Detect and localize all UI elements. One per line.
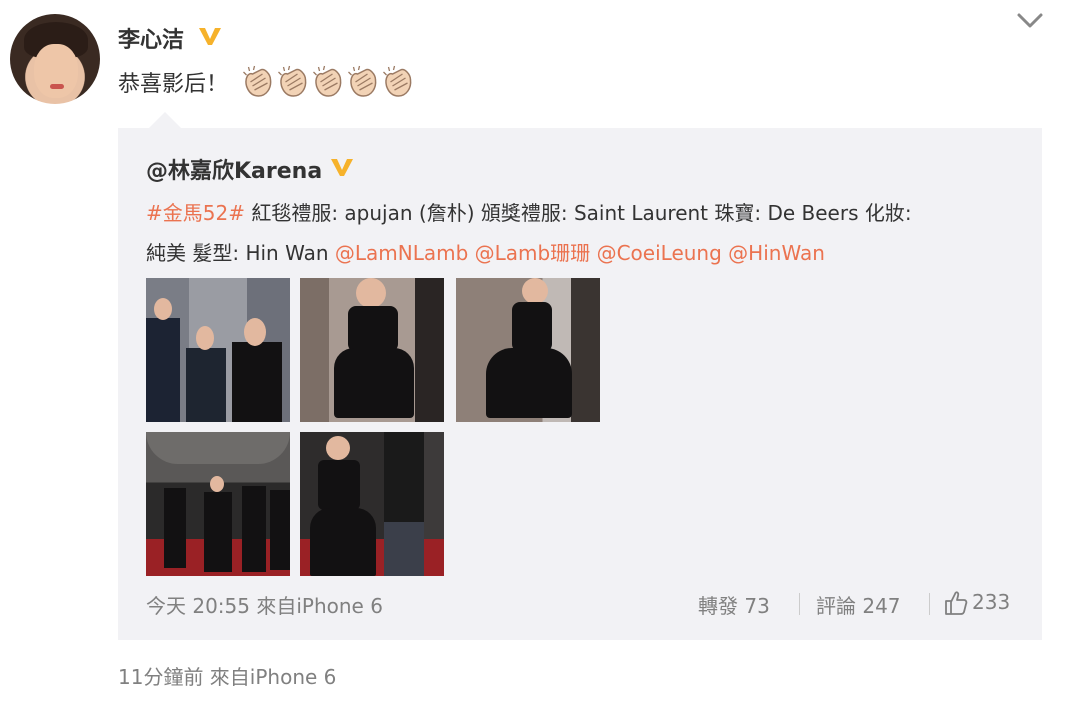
action-divider	[929, 593, 930, 615]
repost-button[interactable]: 轉發 73	[698, 590, 770, 619]
quote-pointer	[148, 112, 182, 129]
quoted-post-time[interactable]: 今天 20:55 來自iPhone 6	[146, 590, 383, 619]
verified-v-icon	[199, 28, 221, 45]
quoted-text: 紅毯禮服: apujan (詹朴) 頒獎禮服: Saint Laurent 珠寶…	[244, 201, 912, 225]
post-text: 恭喜影后！	[118, 72, 229, 97]
post-time[interactable]: 11分鐘前 來自iPhone 6	[118, 661, 336, 690]
photo-thumbnail[interactable]	[456, 278, 600, 422]
thumbs-up-icon[interactable]	[944, 590, 968, 616]
avatar[interactable]	[10, 14, 100, 104]
mention-link[interactable]: @LamNLamb	[335, 241, 468, 265]
clapping-hands-icon	[243, 65, 272, 97]
photo-thumbnail[interactable]	[300, 278, 444, 422]
chevron-down-icon[interactable]	[1016, 10, 1044, 32]
post-username[interactable]: 李心洁	[118, 22, 184, 54]
quoted-text-line-2: 純美 髮型: Hin Wan @LamNLamb @Lamb珊珊 @CoeiLe…	[146, 237, 825, 266]
action-divider	[799, 593, 800, 615]
photo-thumbnail[interactable]	[146, 432, 290, 576]
clapping-hands-icon	[313, 65, 342, 97]
quoted-text: 純美 髮型: Hin Wan	[146, 241, 335, 265]
clapping-hands-icon	[278, 65, 307, 97]
mention-link[interactable]: @CoeiLeung	[597, 241, 722, 265]
photo-thumbnail[interactable]	[146, 278, 290, 422]
emoji-row	[240, 64, 415, 100]
comment-button[interactable]: 評論 247	[816, 590, 901, 619]
quoted-text-line-1: #金馬52# 紅毯禮服: apujan (詹朴) 頒獎禮服: Saint Lau…	[146, 197, 912, 226]
like-count[interactable]: 233	[972, 590, 1010, 614]
mention-link[interactable]: @Lamb珊珊	[475, 241, 591, 265]
clapping-hands-icon	[383, 65, 412, 97]
verified-v-icon	[331, 159, 353, 176]
hashtag-link[interactable]: #金馬52#	[146, 201, 245, 225]
mention-link[interactable]: @HinWan	[728, 241, 825, 265]
photo-thumbnail[interactable]	[300, 432, 444, 576]
clapping-hands-icon	[348, 65, 377, 97]
quoted-username[interactable]: @林嘉欣Karena	[146, 153, 322, 185]
